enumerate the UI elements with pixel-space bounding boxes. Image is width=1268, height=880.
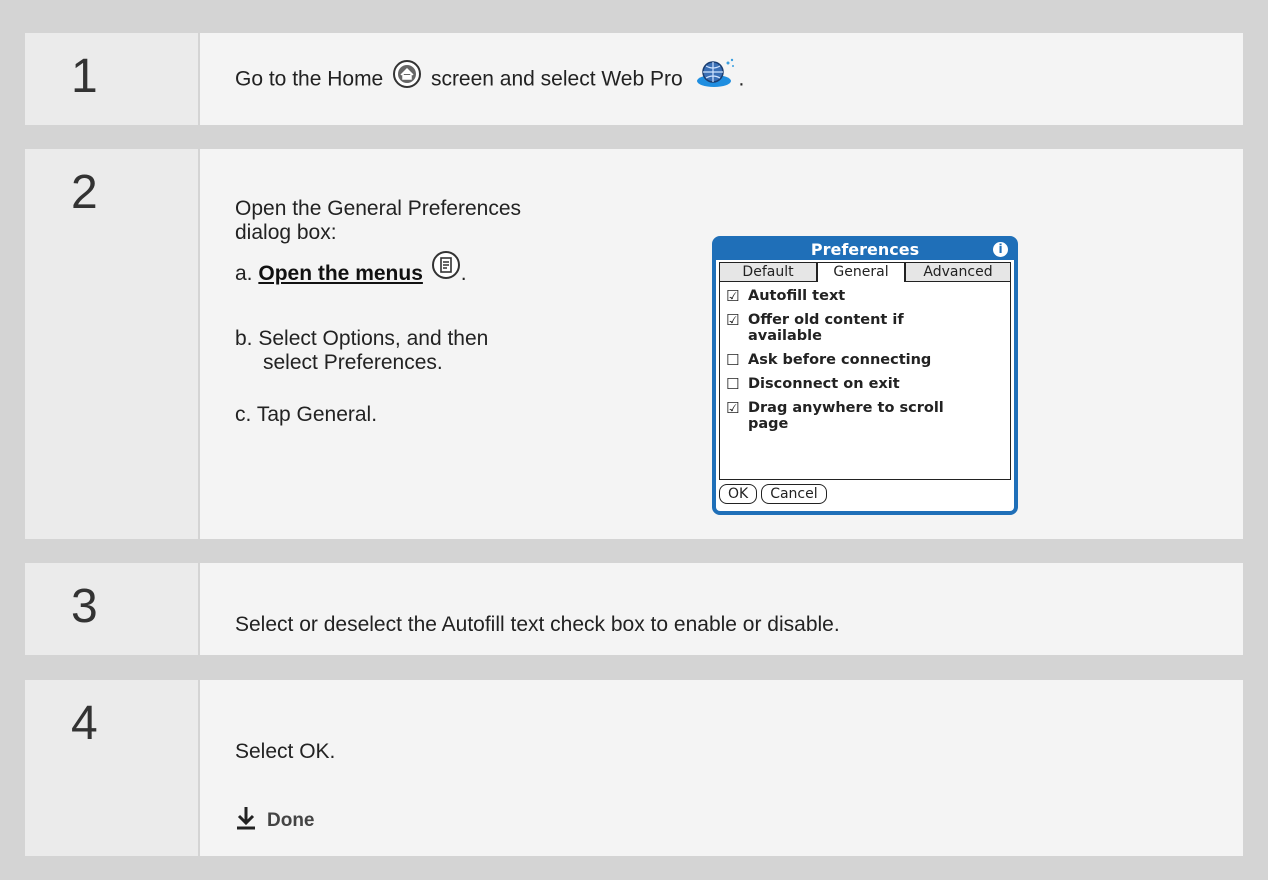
dialog-buttons: OK Cancel [719,484,1011,504]
step-1-period: . [738,67,745,91]
step-content: Go to the Home screen and select Web Pro… [198,33,1243,125]
down-arrow-icon [235,805,257,836]
step-number: 1 [71,50,98,103]
option-label-line2: page [748,416,789,432]
step-1-text-part2: screen and select Web Pro [430,67,683,91]
substep-a-prefix: a. [235,262,253,285]
info-icon[interactable]: i [993,242,1008,257]
option-label-line1: Offer old content if [748,312,904,328]
option-autofill-text[interactable]: ☑ Autofill text [726,288,1010,304]
step-2-intro-line2: dialog box: [235,221,337,244]
done-marker: Done [235,805,315,836]
checkbox-checked-icon[interactable]: ☑ [726,400,740,432]
substep-c-prefix: c. [235,403,252,426]
checkbox-unchecked-icon[interactable]: ☐ [726,352,740,368]
substep-a: a. Open the menus . [235,251,467,286]
step-number: 2 [71,166,98,219]
option-label: Ask before connecting [748,352,932,368]
step-1-text-part1: Go to the Home [235,67,384,91]
option-disconnect-on-exit[interactable]: ☐ Disconnect on exit [726,376,1010,392]
option-label-line2: available [748,328,822,344]
substep-b-line1: b. Select Options, and then [235,327,488,351]
step-1: 1 Go to the Home screen and select Web P… [25,33,1243,125]
option-label: Drag anywhere to scroll page [748,400,944,432]
step-number: 4 [71,697,98,750]
checkbox-unchecked-icon[interactable]: ☐ [726,376,740,392]
option-offer-old-content[interactable]: ☑ Offer old content if available [726,312,1010,344]
cancel-button[interactable]: Cancel [761,484,827,504]
option-label: Autofill text [748,288,846,304]
dialog-title-bar: Preferences i [716,240,1014,260]
tab-advanced[interactable]: Advanced [905,262,1011,282]
substep-b-prefix: b. [235,327,253,350]
tab-general[interactable]: General [817,262,905,282]
step-2: 2 Open the General Preferences dialog bo… [25,149,1243,539]
step-content: Select OK. Done [198,680,1243,856]
step-number-cell: 4 [25,680,198,856]
step-1-text: Go to the Home screen and select Web Pro… [235,58,745,95]
step-content: Select or deselect the Autofill text che… [198,563,1243,655]
home-icon [389,60,425,95]
substep-a-period: . [460,262,467,285]
dialog-title: Preferences [810,240,920,259]
web-pro-globe-icon [689,58,739,95]
substep-c: c. Tap General. [235,403,377,427]
step-number-cell: 2 [25,149,198,539]
menu-icon [429,251,461,286]
dialog-tabs: Default General Advanced [719,262,1011,282]
substep-b-text-line2: select Preferences. [263,351,443,374]
step-number-cell: 3 [25,563,198,655]
substep-c-text: Tap General. [256,403,378,426]
option-ask-before-connecting[interactable]: ☐ Ask before connecting [726,352,1010,368]
option-label-line1: Drag anywhere to scroll [748,400,944,416]
step-4: 4 Select OK. Done [25,680,1243,856]
step-content: Open the General Preferences dialog box:… [198,149,1243,539]
checkbox-checked-icon[interactable]: ☑ [726,288,740,304]
step-number-cell: 1 [25,33,198,125]
option-label: Offer old content if available [748,312,904,344]
step-2-intro-line1: Open the General Preferences [235,197,522,220]
preferences-dialog: Preferences i Default General Advanced ☑… [712,236,1018,515]
checkbox-checked-icon[interactable]: ☑ [726,312,740,344]
ok-button[interactable]: OK [719,484,758,504]
step-3: 3 Select or deselect the Autofill text c… [25,563,1243,655]
step-3-text: Select or deselect the Autofill text che… [235,613,840,636]
open-the-menus-link[interactable]: Open the menus [258,262,423,285]
dialog-options: ☑ Autofill text ☑ Offer old content if a… [719,282,1011,480]
done-label: Done [267,809,315,831]
step-4-text: Select OK. [235,740,336,763]
step-number: 3 [71,580,98,633]
substep-b-text-line1: Select Options, and then [258,327,489,350]
option-drag-anywhere[interactable]: ☑ Drag anywhere to scroll page [726,400,1010,432]
option-label: Disconnect on exit [748,376,900,392]
tab-default[interactable]: Default [719,262,817,282]
